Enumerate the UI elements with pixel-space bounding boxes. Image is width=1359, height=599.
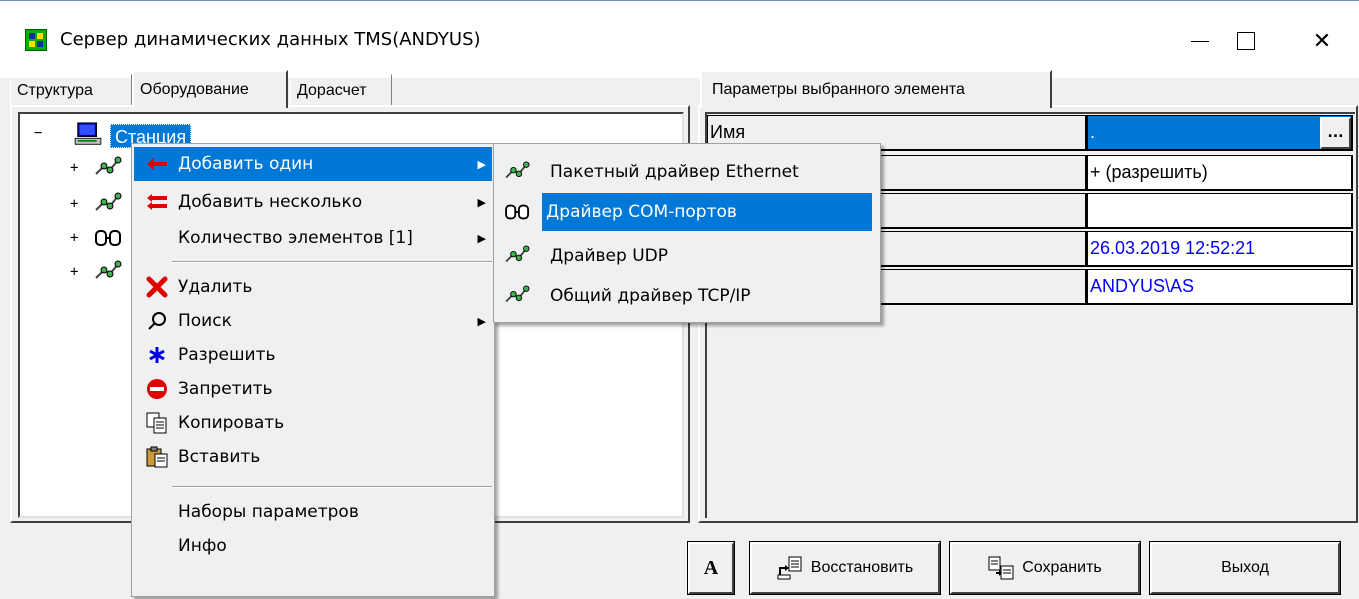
menu-item-copy[interactable]: Копировать: [134, 406, 492, 440]
ellipsis-button[interactable]: ...: [1320, 117, 1351, 149]
menu-item-label: Вставить: [178, 447, 261, 467]
maximize-button[interactable]: [1223, 18, 1269, 64]
tab-structure[interactable]: Структура: [10, 74, 132, 106]
submenu-arrow-icon: ▶: [477, 195, 486, 209]
blue-asterisk-icon: [142, 338, 172, 372]
tree-expand-toggle[interactable]: +: [70, 160, 78, 176]
network-driver-icon: [95, 156, 122, 175]
menu-item-label: Инфо: [178, 536, 227, 556]
menu-item-label: Копировать: [178, 413, 285, 433]
menu-item-label: Разрешить: [178, 345, 276, 365]
property-value-cell[interactable]: [1087, 193, 1353, 229]
property-value-cell[interactable]: ANDYUS\AS: [1087, 269, 1353, 305]
property-value-cell[interactable]: 26.03.2019 12:52:21: [1087, 231, 1353, 267]
menu-item-label: Добавить один: [178, 154, 314, 174]
tree-expand-toggle[interactable]: +: [70, 264, 78, 280]
copy-icon: [142, 406, 172, 440]
submenu-arrow-icon: ▶: [477, 314, 486, 328]
menu-separator: [172, 486, 492, 488]
com-port-icon: [95, 230, 121, 246]
red-x-icon: [142, 270, 172, 304]
save-button[interactable]: Сохранить: [949, 541, 1141, 595]
menu-item-element-count[interactable]: Количество элементов [1] ▶: [134, 221, 492, 255]
submenu-item-tcpip-driver[interactable]: Общий драйвер TCP/IP: [496, 277, 878, 315]
submenu-item-label: Общий драйвер TCP/IP: [550, 286, 751, 306]
menu-item-enable[interactable]: Разрешить: [134, 338, 492, 372]
menu-item-label: Добавить несколько: [178, 192, 363, 212]
save-icon: [988, 556, 1014, 580]
submenu-arrow-icon: ▶: [477, 231, 486, 245]
magnifier-icon: [142, 304, 172, 338]
restore-label: Восстановить: [810, 559, 914, 576]
menu-item-label: Наборы параметров: [178, 502, 359, 522]
network-driver-icon: [95, 260, 122, 279]
property-value-cell-selected[interactable]: .: [1087, 115, 1353, 151]
minimize-button[interactable]: [1177, 18, 1223, 64]
context-menu: Добавить один ▶ Добавить несколько ▶ Кол…: [131, 143, 495, 597]
submenu-item-label: Драйвер UDP: [550, 246, 668, 266]
tab-selected-element-params[interactable]: Параметры выбранного элемента: [700, 70, 1052, 108]
paste-icon: [142, 440, 172, 474]
menu-item-label: Удалить: [178, 277, 253, 297]
submenu-item-ethernet-driver[interactable]: Пакетный драйвер Ethernet: [496, 153, 878, 191]
menu-item-parameter-sets[interactable]: Наборы параметров: [134, 495, 492, 529]
save-label: Сохранить: [1022, 559, 1102, 576]
tree-expand-toggle[interactable]: +: [70, 196, 78, 212]
com-port-icon: [500, 193, 536, 231]
exit-button[interactable]: Выход: [1149, 541, 1341, 595]
submenu-arrow-icon: ▶: [477, 157, 486, 171]
station-computer-icon: [74, 122, 102, 145]
menu-item-disable[interactable]: Запретить: [134, 372, 492, 406]
restore-icon: [777, 556, 802, 580]
menu-item-delete[interactable]: Удалить: [134, 270, 492, 304]
tab-recalc[interactable]: Дорасчет: [290, 74, 392, 106]
tab-equipment[interactable]: Оборудование: [132, 70, 288, 108]
menu-item-add-several[interactable]: Добавить несколько ▶: [134, 185, 492, 219]
menu-separator: [172, 261, 492, 263]
red-no-entry-icon: [142, 372, 172, 406]
font-button[interactable]: A: [687, 541, 735, 595]
close-button[interactable]: ✕: [1299, 18, 1345, 64]
network-driver-icon: [95, 192, 122, 211]
submenu-item-com-driver[interactable]: Драйвер COM-портов: [496, 193, 878, 231]
network-driver-icon: [500, 153, 536, 191]
window-title: Сервер динамических данных TMS(ANDYUS): [60, 29, 481, 50]
app-icon: [25, 29, 47, 51]
menu-item-label: Запретить: [178, 379, 273, 399]
submenu-item-label: Драйвер COM-портов: [542, 193, 872, 231]
property-value-cell[interactable]: + (разрешить): [1087, 155, 1353, 191]
restore-button[interactable]: Восстановить: [749, 541, 941, 595]
menu-item-paste[interactable]: Вставить: [134, 440, 492, 474]
menu-item-label: Поиск: [178, 311, 232, 331]
submenu-item-udp-driver[interactable]: Драйвер UDP: [496, 237, 878, 275]
menu-item-add-one[interactable]: Добавить один ▶: [134, 147, 492, 181]
network-driver-icon: [500, 237, 536, 275]
double-arrow-left-red-icon: [142, 185, 172, 219]
network-driver-icon: [500, 277, 536, 315]
menu-item-info[interactable]: Инфо: [134, 529, 492, 563]
menu-item-search[interactable]: Поиск ▶: [134, 304, 492, 338]
tree-expand-toggle[interactable]: +: [70, 230, 78, 246]
submenu-item-label: Пакетный драйвер Ethernet: [550, 162, 799, 182]
tree-collapse-toggle[interactable]: −: [34, 125, 42, 141]
add-one-submenu: Пакетный драйвер Ethernet Драйвер COM-по…: [493, 143, 881, 323]
arrow-left-red-icon: [142, 147, 172, 181]
menu-item-label: Количество элементов [1]: [178, 228, 413, 248]
